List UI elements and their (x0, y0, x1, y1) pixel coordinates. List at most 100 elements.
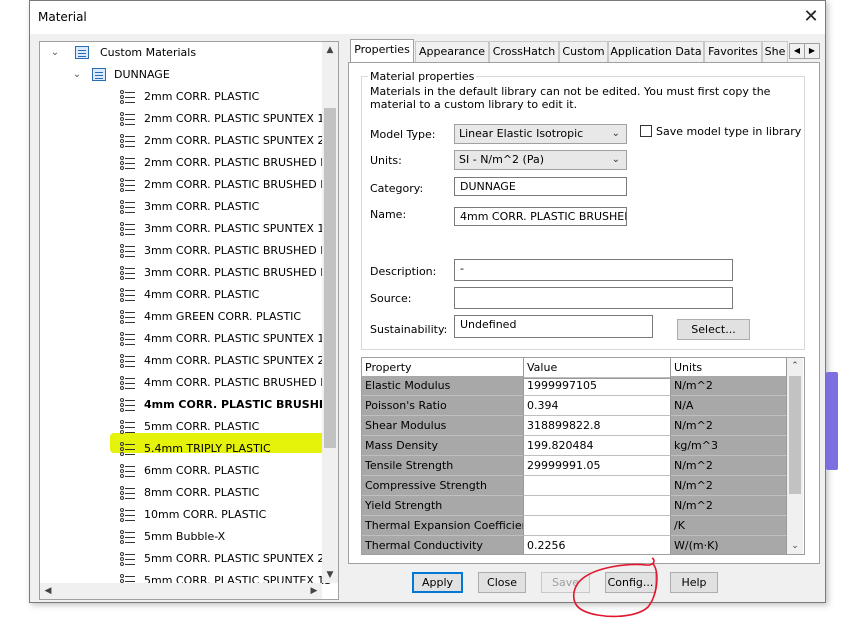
name-field[interactable]: 4mm CORR. PLASTIC BRUSHED N (454, 207, 627, 226)
tree-item[interactable]: 5mm Bubble-X (120, 527, 330, 547)
scroll-down-icon[interactable]: ⌄ (787, 538, 803, 554)
property-name-cell: Thermal Conductivity (362, 536, 524, 554)
property-name-cell: Tensile Strength (362, 456, 524, 476)
tree-item[interactable]: 4mm CORR. PLASTIC (120, 285, 330, 305)
tab-properties[interactable]: Properties (350, 39, 414, 63)
scroll-right-icon[interactable]: ▶ (306, 583, 322, 599)
tree-item-label: 2mm CORR. PLASTIC BRUSHED NYLO (144, 178, 339, 191)
units-label: Units: (370, 154, 402, 167)
material-icon (120, 331, 136, 347)
tree-item[interactable]: 10mm CORR. PLASTIC (120, 505, 330, 525)
tab-custom[interactable]: Custom (559, 41, 608, 62)
property-value-cell[interactable]: 29999991.05 (524, 456, 671, 476)
material-tree[interactable]: ⌄ Custom Materials ⌄ DUNNAGE 2mm CORR. P… (39, 41, 339, 600)
property-value-cell[interactable]: 199.820484 (524, 436, 671, 456)
tree-item-label: 5mm CORR. PLASTIC SPUNTEX 2S (144, 552, 332, 565)
apply-button[interactable]: Apply (412, 572, 463, 593)
tree-item[interactable]: 2mm CORR. PLASTIC BRUSHED NYLO (120, 153, 338, 173)
tree-item[interactable]: 3mm CORR. PLASTIC SPUNTEX 1S (120, 219, 331, 239)
tree-scroll-thumb[interactable] (324, 108, 336, 448)
property-table[interactable]: Property Value Units Elastic Modulus 1999997… (361, 357, 805, 555)
material-icon (120, 485, 136, 501)
select-button[interactable]: Select... (677, 319, 750, 340)
tree-item[interactable]: 3mm CORR. PLASTIC (120, 197, 330, 217)
scroll-down-icon[interactable]: ▼ (322, 567, 338, 583)
tree-item-label: 10mm CORR. PLASTIC (144, 508, 267, 521)
tree-item[interactable]: 4mm CORR. PLASTIC BRUSHED NYL (120, 395, 338, 415)
annotation-circle (572, 557, 658, 618)
scroll-up-icon[interactable]: ▲ (322, 42, 338, 58)
tree-item[interactable]: 4mm CORR. PLASTIC BRUSHED NYLO (120, 373, 338, 393)
tree-item[interactable]: 2mm CORR. PLASTIC SPUNTEX 2S (120, 131, 332, 151)
property-name-cell: Shear Modulus (362, 416, 524, 436)
tab-favorites[interactable]: Favorites (704, 41, 762, 62)
model-type-select[interactable]: Linear Elastic Isotropic ⌄ (454, 124, 627, 144)
property-value-cell[interactable] (524, 516, 671, 536)
column-header[interactable]: Units (671, 358, 787, 378)
tree-item[interactable]: 5.4mm TRIPLY PLASTIC (120, 439, 330, 459)
tree-item[interactable]: 4mm CORR. PLASTIC SPUNTEX 1S (120, 329, 331, 349)
description-label: Description: (370, 265, 437, 278)
tab-scroll-right-icon[interactable]: ▶ (804, 43, 820, 59)
category-field[interactable]: DUNNAGE (454, 177, 627, 196)
material-icon (120, 441, 136, 457)
tree-item-label: 2mm CORR. PLASTIC SPUNTEX 2S (144, 134, 332, 147)
material-icon (120, 551, 136, 567)
units-value: SI - N/m^2 (Pa) (459, 153, 545, 166)
property-value-cell[interactable]: 0.394 (524, 396, 671, 416)
save-model-checkbox[interactable] (640, 125, 652, 137)
close-button[interactable]: Close (478, 572, 526, 593)
tree-item-label: 6mm CORR. PLASTIC (144, 464, 260, 477)
units-select[interactable]: SI - N/m^2 (Pa) ⌄ (454, 150, 627, 170)
tab-scroll-left-icon[interactable]: ◀ (789, 43, 805, 59)
help-button[interactable]: Help (670, 572, 718, 593)
property-units-cell: W/(m·K) (671, 536, 787, 554)
tree-folder[interactable]: ⌄ DUNNAGE (70, 65, 320, 85)
property-value-cell[interactable]: 0.2256 (524, 536, 671, 554)
tab-application-data[interactable]: Application Data (608, 41, 704, 62)
tree-item[interactable]: 5mm CORR. PLASTIC SPUNTEX 2S (120, 549, 332, 569)
material-icon (120, 397, 136, 413)
tree-item[interactable]: 2mm CORR. PLASTIC SPUNTEX 1S (120, 109, 331, 129)
tab-appearance[interactable]: Appearance (415, 41, 489, 62)
tree-item[interactable]: 3mm CORR. PLASTIC BRUSHED NYLO (120, 263, 338, 283)
scroll-up-icon[interactable]: ⌃ (787, 358, 803, 374)
tab-crosshatch[interactable]: CrossHatch (489, 41, 559, 62)
material-icon (120, 287, 136, 303)
column-header[interactable]: Property (362, 358, 524, 378)
tree-item[interactable]: 2mm CORR. PLASTIC BRUSHED NYLO (120, 175, 338, 195)
tree-item[interactable]: 2mm CORR. PLASTIC (120, 87, 330, 107)
property-units-cell: N/m^2 (671, 476, 787, 496)
scroll-left-icon[interactable]: ◀ (40, 583, 56, 599)
table-row: Thermal Expansion Coefficient/K (362, 516, 787, 536)
property-value-cell[interactable] (524, 496, 671, 516)
tree-item[interactable]: 3mm CORR. PLASTIC BRUSHED NYLO (120, 241, 338, 261)
material-icon (120, 199, 136, 215)
property-units-cell: N/A (671, 396, 787, 416)
source-field[interactable] (454, 287, 733, 309)
table-scroll-thumb[interactable] (789, 376, 801, 494)
close-icon[interactable]: ✕ (800, 6, 822, 28)
tree-item[interactable]: 8mm CORR. PLASTIC (120, 483, 330, 503)
column-header[interactable]: Value (524, 358, 671, 378)
tree-item-label: 5.4mm TRIPLY PLASTIC (144, 442, 271, 455)
property-value-cell[interactable]: 318899822.8 (524, 416, 671, 436)
tree-item-label: 3mm CORR. PLASTIC BRUSHED NYLO (144, 266, 339, 279)
tree-item[interactable]: 4mm GREEN CORR. PLASTIC (120, 307, 330, 327)
tree-horizontal-scrollbar[interactable]: ◀ ▶ (40, 583, 322, 599)
tree-root[interactable]: ⌄ Custom Materials (48, 43, 318, 63)
property-value-cell[interactable]: 1999997105 (524, 376, 671, 396)
tree-item[interactable]: 6mm CORR. PLASTIC (120, 461, 330, 481)
tree-item-label: 5mm Bubble-X (144, 530, 226, 543)
tab-strip: Properties Appearance CrossHatch Custom … (350, 39, 820, 63)
sustainability-field: Undefined (454, 315, 653, 338)
chevron-down-icon[interactable]: ⌄ (48, 43, 62, 63)
chevron-down-icon[interactable]: ⌄ (70, 65, 84, 85)
property-units-cell: kg/m^3 (671, 436, 787, 456)
description-field[interactable]: - (454, 259, 733, 281)
tree-item[interactable]: 4mm CORR. PLASTIC SPUNTEX 2S (120, 351, 331, 371)
property-value-cell[interactable] (524, 476, 671, 496)
tree-item[interactable]: 5mm CORR. PLASTIC (120, 417, 330, 437)
tab-sheet-metal[interactable]: She (762, 41, 788, 62)
material-dialog: Material ✕ ⌄ Custom Materials ⌄ DUNNAGE … (29, 0, 826, 603)
